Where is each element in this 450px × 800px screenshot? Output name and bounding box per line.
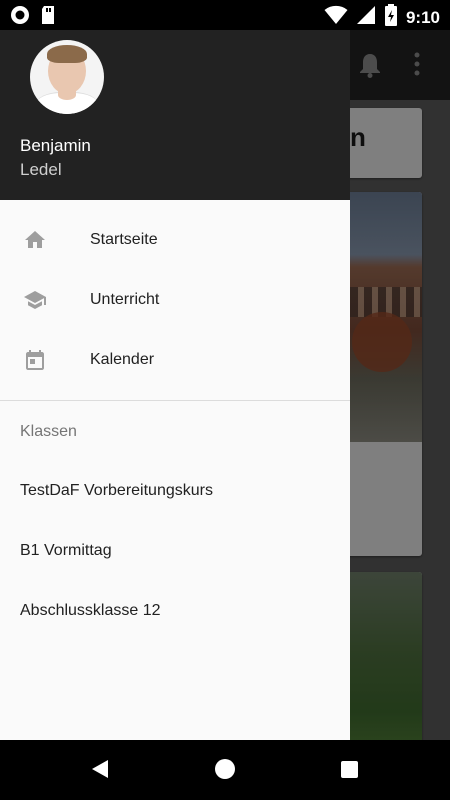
nav-item-kalender[interactable]: Kalender — [0, 330, 350, 390]
class-item-label: TestDaF Vorbereitungskurs — [20, 482, 213, 499]
nav-item-label: Kalender — [90, 351, 155, 368]
wifi-icon — [324, 5, 348, 30]
class-item-label: B1 Vormittag — [20, 542, 112, 559]
avatar[interactable] — [30, 40, 104, 114]
section-title-klassen: Klassen — [20, 423, 77, 440]
status-time: 9:10 — [405, 7, 440, 27]
navigation-drawer: Benjamin Ledel Startseite Unterricht Kal… — [0, 30, 350, 740]
status-bar: 9:10 — [0, 0, 450, 30]
drawer-header: Benjamin Ledel — [0, 30, 350, 200]
calendar-icon — [23, 348, 47, 372]
home-button-icon[interactable] — [215, 759, 235, 779]
class-item[interactable]: Abschlussklasse 12 — [0, 582, 350, 642]
signal-icon — [356, 5, 376, 30]
nav-item-label: Unterricht — [90, 291, 160, 308]
nav-item-unterricht[interactable]: Unterricht — [0, 270, 350, 330]
record-icon — [10, 5, 30, 30]
system-nav-bar — [0, 740, 450, 800]
divider — [0, 400, 350, 401]
home-icon — [23, 228, 47, 252]
school-icon — [23, 288, 47, 312]
user-last-name: Ledel — [20, 160, 62, 179]
recents-icon[interactable] — [341, 761, 358, 778]
nav-item-startseite[interactable]: Startseite — [0, 210, 350, 270]
back-icon[interactable] — [90, 758, 110, 785]
user-first-name: Benjamin — [20, 136, 91, 155]
sd-card-icon — [40, 5, 56, 30]
battery-icon — [384, 4, 398, 31]
class-item-label: Abschlussklasse 12 — [20, 602, 161, 619]
class-item[interactable]: TestDaF Vorbereitungskurs — [0, 462, 350, 522]
class-item[interactable]: B1 Vormittag — [0, 522, 350, 582]
nav-item-label: Startseite — [90, 231, 158, 248]
